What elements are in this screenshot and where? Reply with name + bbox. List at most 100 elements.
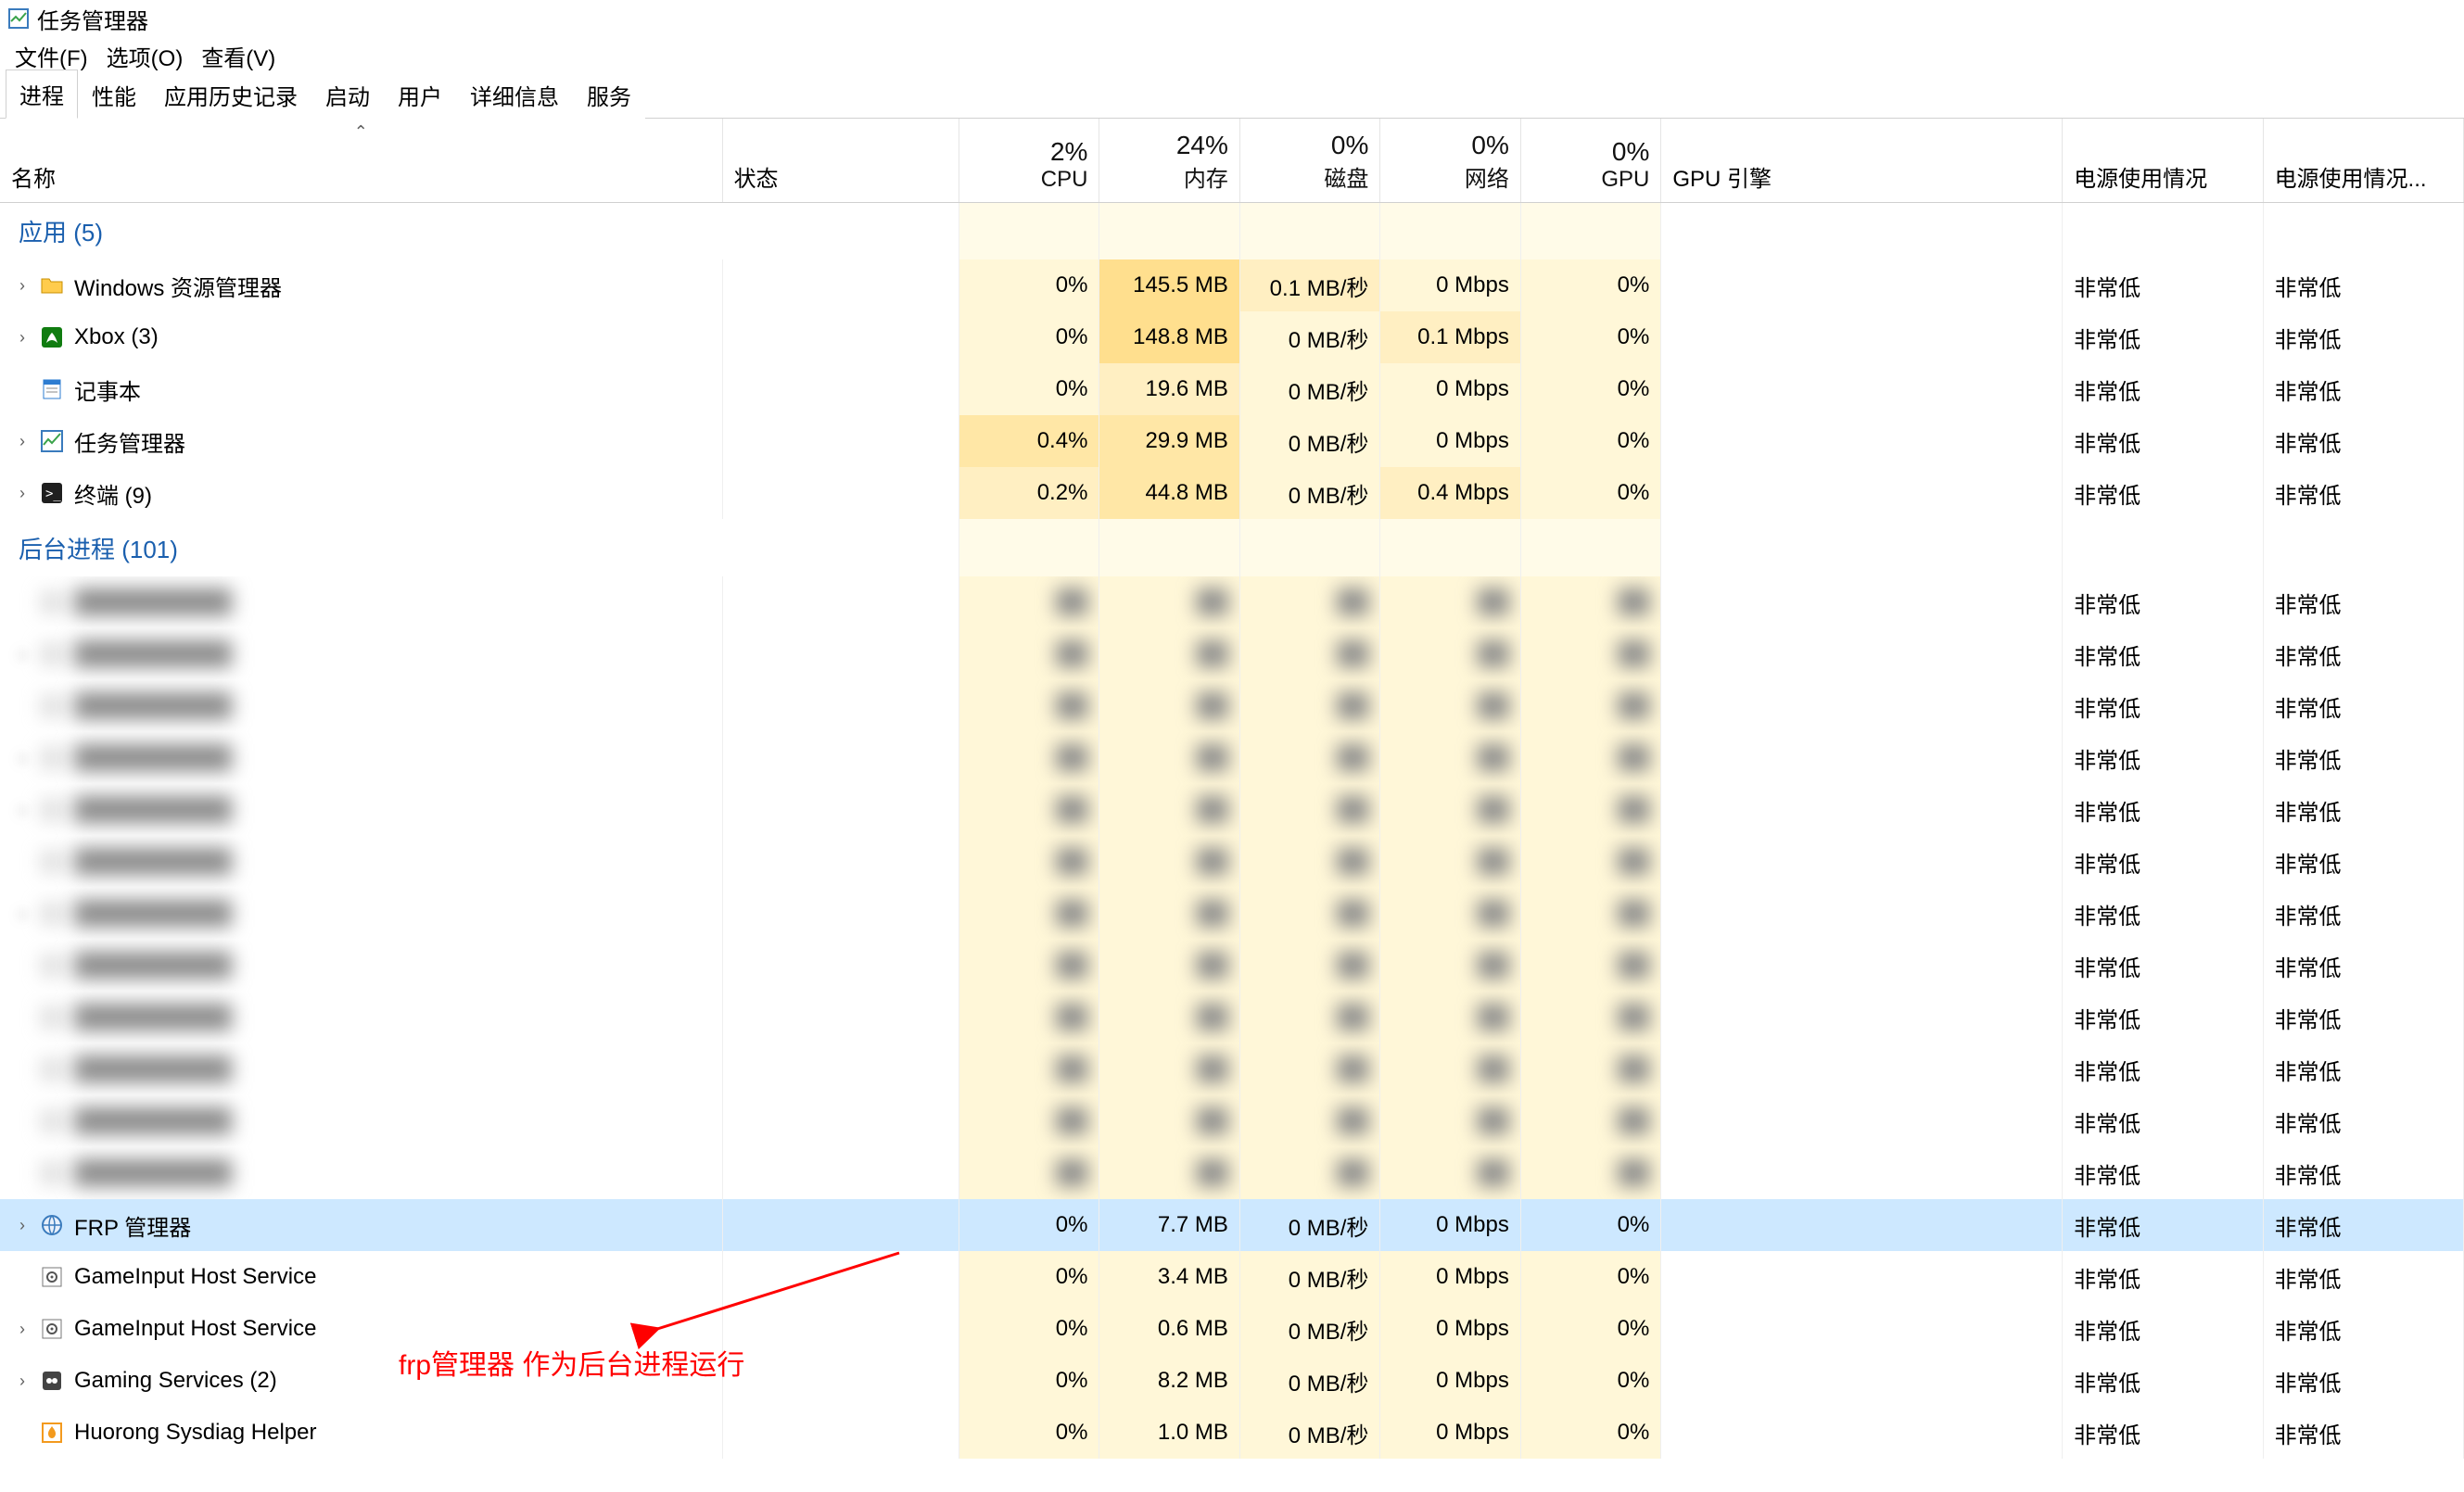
- process-name-cell[interactable]: ██████████: [0, 576, 722, 628]
- generic-icon: [39, 641, 65, 667]
- process-status: [722, 1355, 959, 1407]
- column-network-label: 网络: [1391, 160, 1508, 193]
- expand-chevron-icon[interactable]: ›: [15, 645, 30, 664]
- table-row[interactable]: Huorong Sysdiag Helper0%1.0 MB0 MB/秒0 Mb…: [0, 1407, 2464, 1459]
- gaming-icon: [39, 1368, 65, 1394]
- group-label: 后台进程 (101): [0, 519, 959, 576]
- column-status[interactable]: 状态: [722, 119, 959, 202]
- table-row[interactable]: ████████████████████非常低非常低: [0, 680, 2464, 732]
- table-row[interactable]: 记事本0%19.6 MB0 MB/秒0 Mbps0%非常低非常低: [0, 363, 2464, 415]
- process-name-cell[interactable]: ›██████████: [0, 888, 722, 940]
- process-name-cell[interactable]: ██████████: [0, 836, 722, 888]
- table-row[interactable]: ›Xbox (3)0%148.8 MB0 MB/秒0.1 Mbps0%非常低非常…: [0, 311, 2464, 363]
- process-name-cell[interactable]: ██████████: [0, 940, 722, 992]
- tab-startup[interactable]: 启动: [311, 70, 384, 119]
- column-gpu[interactable]: 0% GPU: [1520, 119, 1660, 202]
- table-row[interactable]: ›████████████████████非常低非常低: [0, 732, 2464, 784]
- column-gpu-engine[interactable]: GPU 引擎: [1661, 119, 2063, 202]
- expand-chevron-icon[interactable]: ›: [15, 1216, 30, 1235]
- group-header[interactable]: 应用 (5): [0, 202, 2464, 259]
- process-memory: 7.7 MB: [1099, 1199, 1239, 1251]
- process-name-cell[interactable]: ›>_终端 (9): [0, 467, 722, 519]
- process-disk: 0 MB/秒: [1239, 363, 1379, 415]
- process-gpu: 0%: [1520, 363, 1660, 415]
- process-name-cell[interactable]: ██████████: [0, 992, 722, 1043]
- process-name-cell[interactable]: ██████████: [0, 1147, 722, 1199]
- column-disk[interactable]: 0% 磁盘: [1239, 119, 1379, 202]
- process-gpu-engine: [1661, 680, 2063, 732]
- expand-chevron-icon[interactable]: ›: [15, 801, 30, 820]
- expand-chevron-icon[interactable]: ›: [15, 1320, 30, 1339]
- column-memory-label: 内存: [1111, 160, 1227, 193]
- column-network[interactable]: 0% 网络: [1380, 119, 1520, 202]
- table-row[interactable]: ████████████████████非常低非常低: [0, 992, 2464, 1043]
- table-row[interactable]: ›████████████████████非常低非常低: [0, 628, 2464, 680]
- table-row[interactable]: GameInput Host Service0%3.4 MB0 MB/秒0 Mb…: [0, 1251, 2464, 1303]
- table-row[interactable]: ████████████████████非常低非常低: [0, 836, 2464, 888]
- expand-chevron-icon[interactable]: ›: [15, 749, 30, 768]
- table-row[interactable]: ›GameInput Host Service0%0.6 MB0 MB/秒0 M…: [0, 1303, 2464, 1355]
- table-row[interactable]: ›Gaming Services (2)0%8.2 MB0 MB/秒0 Mbps…: [0, 1355, 2464, 1407]
- table-row[interactable]: ████████████████████非常低非常低: [0, 1147, 2464, 1199]
- table-row[interactable]: ████████████████████非常低非常低: [0, 940, 2464, 992]
- process-disk: ██: [1239, 628, 1379, 680]
- expand-chevron-icon[interactable]: ›: [15, 484, 30, 503]
- process-name-cell[interactable]: ›██████████: [0, 784, 722, 836]
- process-name-cell[interactable]: ›██████████: [0, 732, 722, 784]
- table-row[interactable]: ›████████████████████非常低非常低: [0, 784, 2464, 836]
- process-name-cell[interactable]: Huorong Sysdiag Helper: [0, 1407, 722, 1459]
- column-name[interactable]: ⌃ 名称: [0, 119, 722, 202]
- table-row[interactable]: ›████████████████████非常低非常低: [0, 888, 2464, 940]
- process-gpu: 0%: [1520, 259, 1660, 311]
- process-memory: ██: [1099, 680, 1239, 732]
- process-name-cell[interactable]: › Xbox (3): [0, 311, 722, 363]
- tab-users[interactable]: 用户: [384, 70, 456, 119]
- expand-chevron-icon[interactable]: ›: [15, 276, 30, 296]
- table-row[interactable]: ›Windows 资源管理器0%145.5 MB0.1 MB/秒0 Mbps0%…: [0, 259, 2464, 311]
- expand-chevron-icon[interactable]: ›: [15, 1372, 30, 1391]
- table-row[interactable]: ›任务管理器0.4%29.9 MB0 MB/秒0 Mbps0%非常低非常低: [0, 415, 2464, 467]
- process-power: 非常低: [2063, 888, 2263, 940]
- process-name-cell[interactable]: ██████████: [0, 1095, 722, 1147]
- process-status: [722, 940, 959, 992]
- process-name-cell[interactable]: ›Windows 资源管理器: [0, 259, 722, 311]
- generic-icon: [39, 1056, 65, 1082]
- table-row[interactable]: ›FRP 管理器0%7.7 MB0 MB/秒0 Mbps0%非常低非常低: [0, 1199, 2464, 1251]
- tab-details[interactable]: 详细信息: [456, 70, 573, 119]
- table-row[interactable]: ████████████████████非常低非常低: [0, 1095, 2464, 1147]
- column-memory[interactable]: 24% 内存: [1099, 119, 1239, 202]
- process-name: Xbox (3): [74, 324, 159, 350]
- tab-services[interactable]: 服务: [573, 70, 645, 119]
- process-disk: ██: [1239, 784, 1379, 836]
- process-power-trend: 非常低: [2263, 259, 2463, 311]
- process-name-cell[interactable]: ›██████████: [0, 628, 722, 680]
- column-cpu[interactable]: 2% CPU: [959, 119, 1099, 202]
- process-name-cell[interactable]: GameInput Host Service: [0, 1251, 722, 1303]
- expand-chevron-icon[interactable]: ›: [15, 328, 30, 348]
- process-network: 0.1 Mbps: [1380, 311, 1520, 363]
- table-row[interactable]: ████████████████████非常低非常低: [0, 576, 2464, 628]
- process-power: 非常低: [2063, 1147, 2263, 1199]
- table-row[interactable]: ›>_终端 (9)0.2%44.8 MB0 MB/秒0.4 Mbps0%非常低非…: [0, 467, 2464, 519]
- process-power: 非常低: [2063, 1043, 2263, 1095]
- tab-app-history[interactable]: 应用历史记录: [150, 70, 311, 119]
- expand-chevron-icon[interactable]: ›: [15, 432, 30, 451]
- process-name-cell[interactable]: 记事本: [0, 363, 722, 415]
- process-cpu: 0.2%: [959, 467, 1099, 519]
- table-row[interactable]: ████████████████████非常低非常低: [0, 1043, 2464, 1095]
- column-header-row: ⌃ 名称 状态 2% CPU 24% 内存 0% 磁盘 0% 网络 0%: [0, 119, 2464, 202]
- column-power[interactable]: 电源使用情况: [2063, 119, 2263, 202]
- tab-processes[interactable]: 进程: [6, 70, 78, 119]
- group-header[interactable]: 后台进程 (101): [0, 519, 2464, 576]
- expand-chevron-icon[interactable]: ›: [15, 904, 30, 924]
- process-power: 非常低: [2063, 467, 2263, 519]
- process-name-cell[interactable]: ›FRP 管理器: [0, 1199, 722, 1251]
- process-name-cell[interactable]: ›GameInput Host Service: [0, 1303, 722, 1355]
- column-power-trend[interactable]: 电源使用情况...: [2263, 119, 2463, 202]
- process-name-cell[interactable]: ›任务管理器: [0, 415, 722, 467]
- process-memory: 3.4 MB: [1099, 1251, 1239, 1303]
- tab-performance[interactable]: 性能: [78, 70, 150, 119]
- process-name-cell[interactable]: ›Gaming Services (2): [0, 1355, 722, 1407]
- process-name-cell[interactable]: ██████████: [0, 1043, 722, 1095]
- process-name-cell[interactable]: ██████████: [0, 680, 722, 732]
